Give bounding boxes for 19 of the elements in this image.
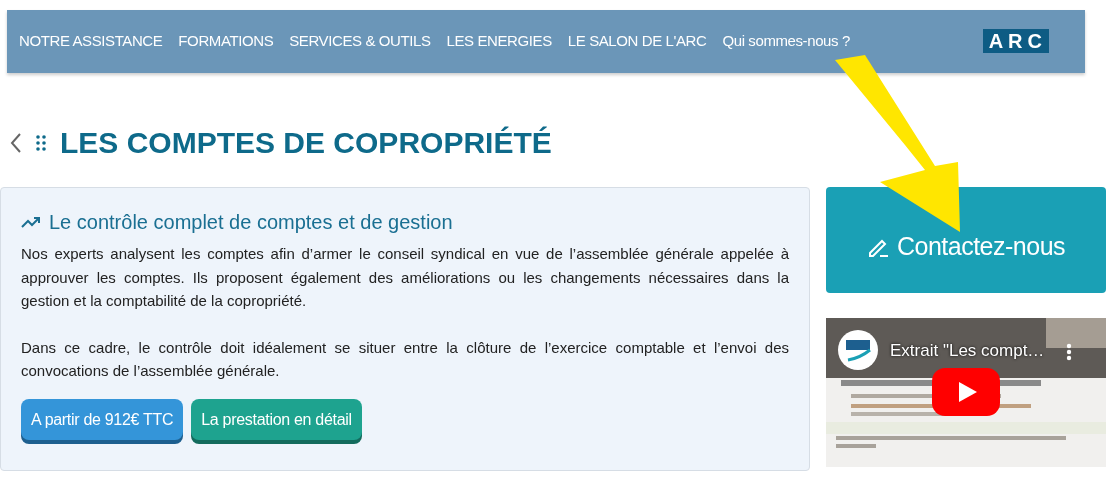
nav-link[interactable]: LE SALON DE L'ARC — [567, 30, 707, 53]
contact-button[interactable]: Contactez-nous — [826, 187, 1106, 293]
description-paragraph: Nos experts analysent les comptes afin d’armer le conseil syndical en vue de l’assemblée générale appelée à approuver les comptes. Ils proposent également des améliorations ou les changements nécessaires dans la gestion et la comptabilité de la copropriété. — [21, 244, 789, 311]
more-options-icon[interactable] — [1066, 343, 1072, 361]
nav-link[interactable]: LES ENERGIES — [446, 30, 552, 53]
nav-link[interactable]: FORMATIONS — [178, 30, 274, 53]
page-title: LES COMPTES DE COPROPRIÉTÉ — [60, 125, 552, 161]
drag-handle-icon[interactable] — [36, 135, 46, 151]
card-title: Le contrôle complet de comptes et de gestion — [49, 210, 453, 234]
trending-up-icon — [21, 216, 41, 228]
channel-logo-icon — [838, 330, 878, 370]
nav-link[interactable]: NOTRE ASSISTANCE — [19, 30, 163, 53]
play-button-icon[interactable] — [932, 368, 1000, 416]
video-player[interactable]: Extrait "Les compt… — [826, 318, 1106, 467]
arc-logo[interactable]: ARC — [982, 28, 1049, 53]
nav-link[interactable]: SERVICES & OUTILS — [289, 30, 431, 53]
back-chevron-icon[interactable] — [10, 132, 22, 154]
nav-link[interactable]: Qui sommes-nous ? — [722, 30, 850, 53]
description-paragraph: Dans ce cadre, le contrôle doit idéalement se situer entre la clôture de l’exercice comptable et l’envoi des convocations de l’assemblée générale. — [21, 337, 789, 381]
